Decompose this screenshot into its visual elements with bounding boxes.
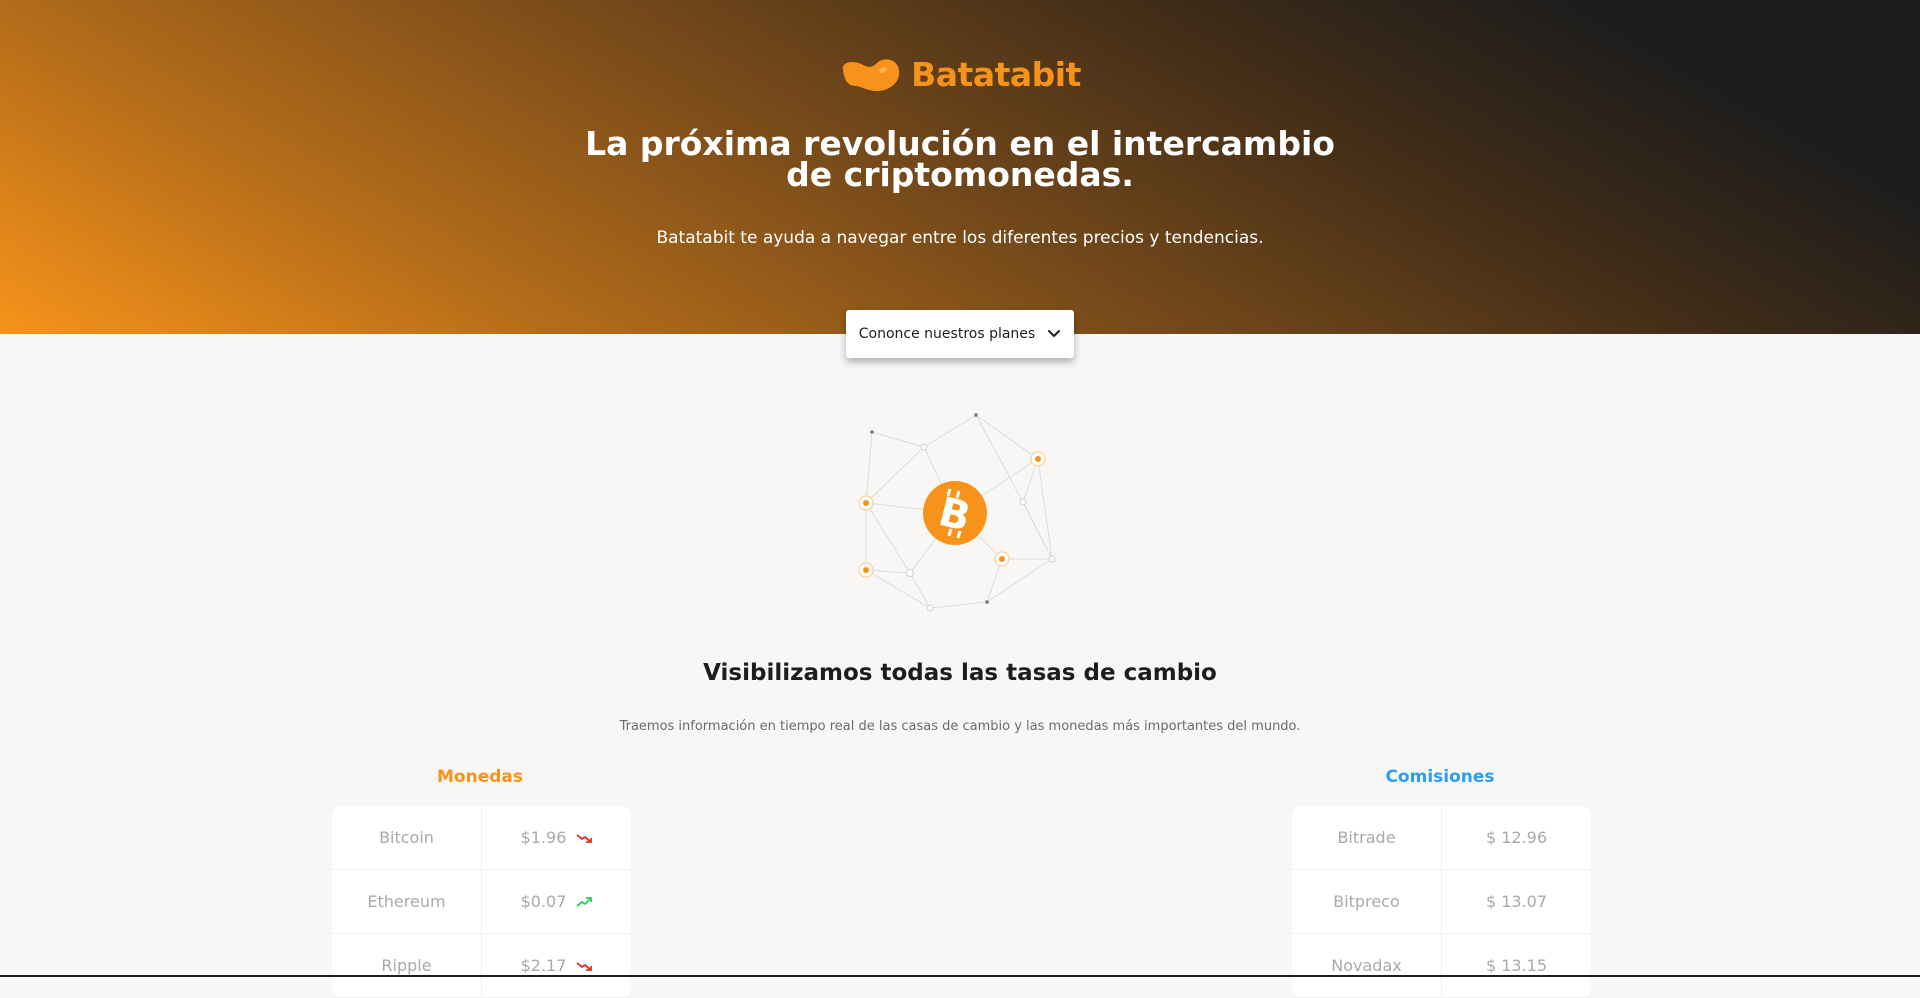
exchange-fee: $ 13.07 xyxy=(1441,869,1591,934)
coins-table: Bitcoin $1.96 Ethereum $0.07 Ripple $2.1… xyxy=(332,806,631,998)
exchange-fee: $ 13.15 xyxy=(1441,933,1591,998)
fees-table: Bitrade $ 12.96 Bitpreco $ 13.07 Novadax… xyxy=(1292,806,1591,998)
rates-subtitle: Traemos información en tiempo real de la… xyxy=(619,719,1301,734)
table-row: Ripple $2.17 xyxy=(332,933,631,998)
coins-heading: Monedas xyxy=(437,767,523,787)
coin-price-cell: $2.17 xyxy=(481,933,631,998)
coin-price: $1.96 xyxy=(520,828,567,847)
table-row: Bitrade $ 12.96 xyxy=(1292,806,1591,870)
exchange-name: Novadax xyxy=(1292,933,1442,998)
trend-down-icon xyxy=(576,831,593,847)
hero-section: Batatabit La próxima revolución en el in… xyxy=(0,0,1920,334)
table-row: Bitpreco $ 13.07 xyxy=(1292,869,1591,934)
logo[interactable]: Batatabit xyxy=(0,55,1920,94)
trend-down-icon xyxy=(576,959,593,975)
bitcoin-icon: B xyxy=(923,481,987,545)
potato-logo-icon xyxy=(842,58,900,91)
bitcoin-network-illustration: B xyxy=(858,413,1056,612)
hero-title: La próxima revolución en el intercambio … xyxy=(585,124,1335,194)
coin-price-cell: $0.07 xyxy=(481,869,631,934)
hero-subtitle: Batatabit te ayuda a navegar entre los d… xyxy=(656,228,1264,248)
coin-price: $0.07 xyxy=(520,892,567,911)
chevron-down-icon xyxy=(1048,330,1061,338)
table-row: Bitcoin $1.96 xyxy=(332,806,631,870)
plans-button[interactable]: Cononce nuestros planes xyxy=(846,310,1074,358)
coin-name: Ethereum xyxy=(332,869,482,934)
table-row: Ethereum $0.07 xyxy=(332,869,631,934)
exchange-name: Bitrade xyxy=(1292,806,1442,870)
rates-title: Visibilizamos todas las tasas de cambio xyxy=(703,660,1217,686)
exchange-fee: $ 12.96 xyxy=(1441,806,1591,870)
fees-heading: Comisiones xyxy=(1385,767,1495,787)
coin-name: Bitcoin xyxy=(332,806,482,870)
trend-up-icon xyxy=(576,895,593,911)
coin-price: $2.17 xyxy=(520,956,567,975)
coin-name: Ripple xyxy=(332,933,482,998)
table-row: Novadax $ 13.15 xyxy=(1292,933,1591,998)
plans-button-label: Cononce nuestros planes xyxy=(858,326,1036,342)
exchange-name: Bitpreco xyxy=(1292,869,1442,934)
coin-price-cell: $1.96 xyxy=(481,806,631,870)
brand-name: Batatabit xyxy=(911,55,1081,94)
